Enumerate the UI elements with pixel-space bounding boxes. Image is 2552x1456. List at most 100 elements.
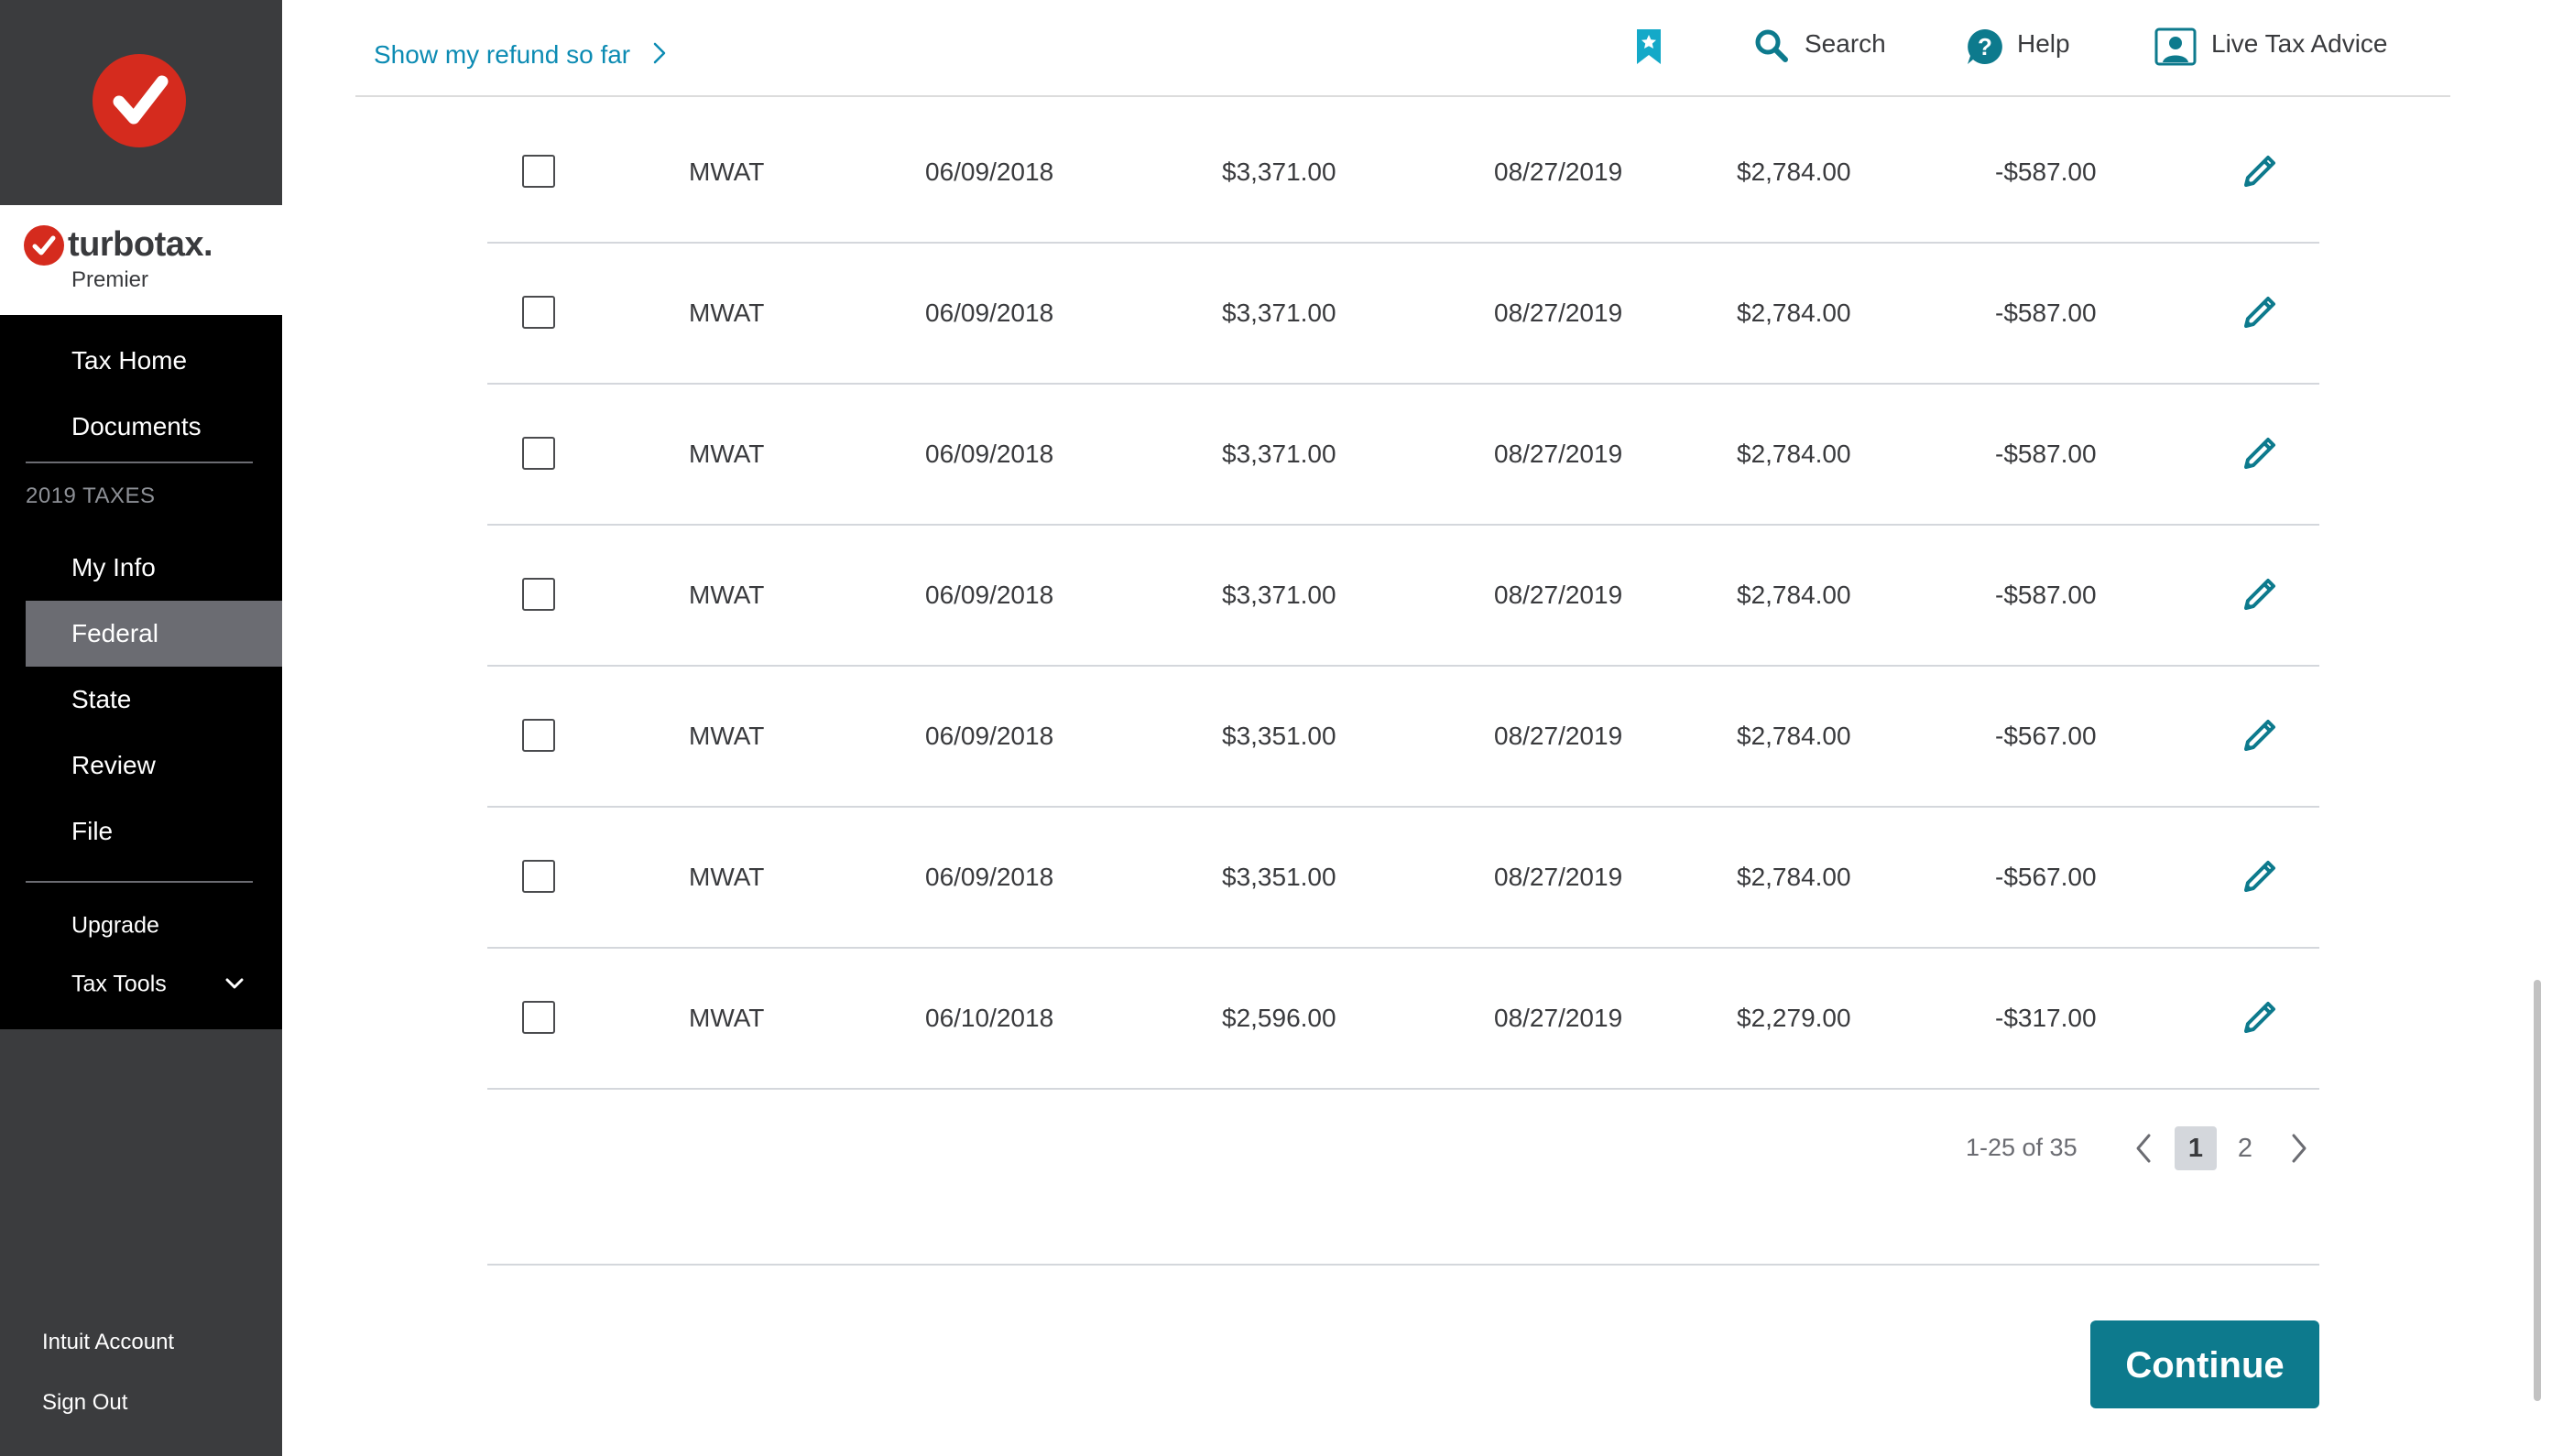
sidebar-item-state[interactable]: State [0,667,282,733]
row-checkbox[interactable] [522,296,555,329]
live-tax-advice-button[interactable]: Live Tax Advice [2154,27,2420,66]
row-checkbox[interactable] [522,860,555,893]
sidebar-item-label: Documents [71,412,202,440]
edit-pencil-icon[interactable] [2239,289,2283,333]
cost-basis: $3,371.00 [1222,299,1336,327]
row-checkbox[interactable] [522,437,555,470]
security-name: MWAT [689,440,765,468]
chevron-down-icon[interactable] [224,972,245,994]
sidebar-item-label: Tax Home [71,346,188,375]
search-label: Search [1805,29,1886,58]
brand-name-dot: . [203,225,213,264]
proceeds: $2,784.00 [1737,299,1851,327]
date-acquired: 06/09/2018 [925,581,1054,609]
row-checkbox[interactable] [522,719,555,752]
table-row: MWAT 06/09/2018 $3,371.00 08/27/2019 $2,784.… [487,526,2319,667]
sidebar-item-tax-home[interactable]: Tax Home [0,328,282,394]
page-1-button[interactable]: 1 [2175,1126,2217,1170]
sidebar-item-file[interactable]: File [0,799,282,864]
nav-divider [26,881,253,883]
header-divider [355,95,2450,97]
edit-pencil-icon[interactable] [2239,994,2283,1038]
sidebar-item-label: Upgrade [71,912,159,939]
cost-basis: $3,371.00 [1222,581,1336,609]
cost-basis: $3,371.00 [1222,158,1336,186]
sign-out-link[interactable]: Sign Out [42,1390,127,1416]
chevron-right-icon[interactable] [2285,1132,2314,1165]
live-advice-label: Live Tax Advice [2211,29,2388,58]
gain-loss: -$587.00 [1995,299,2097,327]
security-name: MWAT [689,299,765,327]
date-sold: 08/27/2019 [1494,863,1623,891]
gain-loss: -$567.00 [1995,863,2097,891]
table-row: MWAT 06/09/2018 $3,371.00 08/27/2019 $2,784.… [487,103,2319,244]
cost-basis: $2,596.00 [1222,1004,1336,1032]
date-acquired: 06/09/2018 [925,722,1054,750]
date-sold: 08/27/2019 [1494,158,1623,186]
svg-text:?: ? [1978,33,1992,60]
sidebar: turbotax. Premier Tax Home Documents 201… [0,0,282,1456]
scrollbar-thumb[interactable] [2534,980,2541,1401]
security-name: MWAT [689,722,765,750]
show-refund-link[interactable]: Show my refund so far [374,40,630,70]
table-row: MWAT 06/09/2018 $3,371.00 08/27/2019 $2,784.… [487,385,2319,526]
proceeds: $2,784.00 [1737,581,1851,609]
table-row: MWAT 06/09/2018 $3,371.00 08/27/2019 $2,784.… [487,244,2319,385]
nav-section-label: 2019 TAXES [26,484,156,508]
sidebar-item-label: Tax Tools [71,971,167,997]
brand-block: turbotax. Premier [0,205,282,315]
search-icon [1755,29,1788,62]
help-icon: ? [1968,29,2002,64]
gain-loss: -$317.00 [1995,1004,2097,1032]
search-button[interactable]: Search [1753,27,1891,64]
gain-loss: -$587.00 [1995,158,2097,186]
proceeds: $2,784.00 [1737,722,1851,750]
edit-pencil-icon[interactable] [2239,712,2283,756]
row-checkbox[interactable] [522,578,555,611]
edit-pencil-icon[interactable] [2239,148,2283,192]
sidebar-item-label: My Info [71,553,156,581]
proceeds: $2,279.00 [1737,1004,1851,1032]
date-acquired: 06/09/2018 [925,863,1054,891]
date-acquired: 06/09/2018 [925,158,1054,186]
row-checkbox[interactable] [522,1001,555,1034]
sidebar-item-upgrade[interactable]: Upgrade [0,893,282,959]
logo-area [0,0,282,205]
sidebar-item-review[interactable]: Review [0,733,282,799]
nav-divider [26,462,253,463]
continue-button[interactable]: Continue [2090,1320,2319,1408]
sidebar-item-my-info[interactable]: My Info [0,535,282,601]
cost-basis: $3,371.00 [1222,440,1336,468]
table-bottom-divider [487,1264,2319,1266]
row-checkbox[interactable] [522,155,555,188]
date-sold: 08/27/2019 [1494,299,1623,327]
date-acquired: 06/09/2018 [925,299,1054,327]
turbotax-check-logo-icon[interactable] [93,54,186,147]
date-acquired: 06/09/2018 [925,440,1054,468]
edit-pencil-icon[interactable] [2239,430,2283,474]
date-sold: 08/27/2019 [1494,1004,1623,1032]
security-name: MWAT [689,158,765,186]
sidebar-item-documents[interactable]: Documents [0,394,282,460]
gain-loss: -$567.00 [1995,722,2097,750]
bookmark-button[interactable] [1634,27,1663,64]
security-name: MWAT [689,1004,765,1032]
gain-loss: -$587.00 [1995,440,2097,468]
page-2-button[interactable]: 2 [2231,1126,2259,1170]
date-sold: 08/27/2019 [1494,440,1623,468]
brand-edition: Premier [71,267,149,292]
help-button[interactable]: ? Help [1966,27,2085,64]
cost-basis: $3,351.00 [1222,722,1336,750]
help-label: Help [2017,29,2070,58]
edit-pencil-icon[interactable] [2239,853,2283,897]
chevron-right-icon[interactable] [647,40,672,66]
chevron-left-icon[interactable] [2129,1132,2158,1165]
intuit-account-link[interactable]: Intuit Account [42,1330,174,1355]
live-advice-expert-icon [2154,27,2197,66]
edit-pencil-icon[interactable] [2239,571,2283,615]
sidebar-item-federal[interactable]: Federal [26,601,282,667]
brand-check-icon [24,225,64,266]
security-name: MWAT [689,581,765,609]
date-sold: 08/27/2019 [1494,581,1623,609]
pagination-range: 1-25 of 35 [1966,1134,2078,1161]
